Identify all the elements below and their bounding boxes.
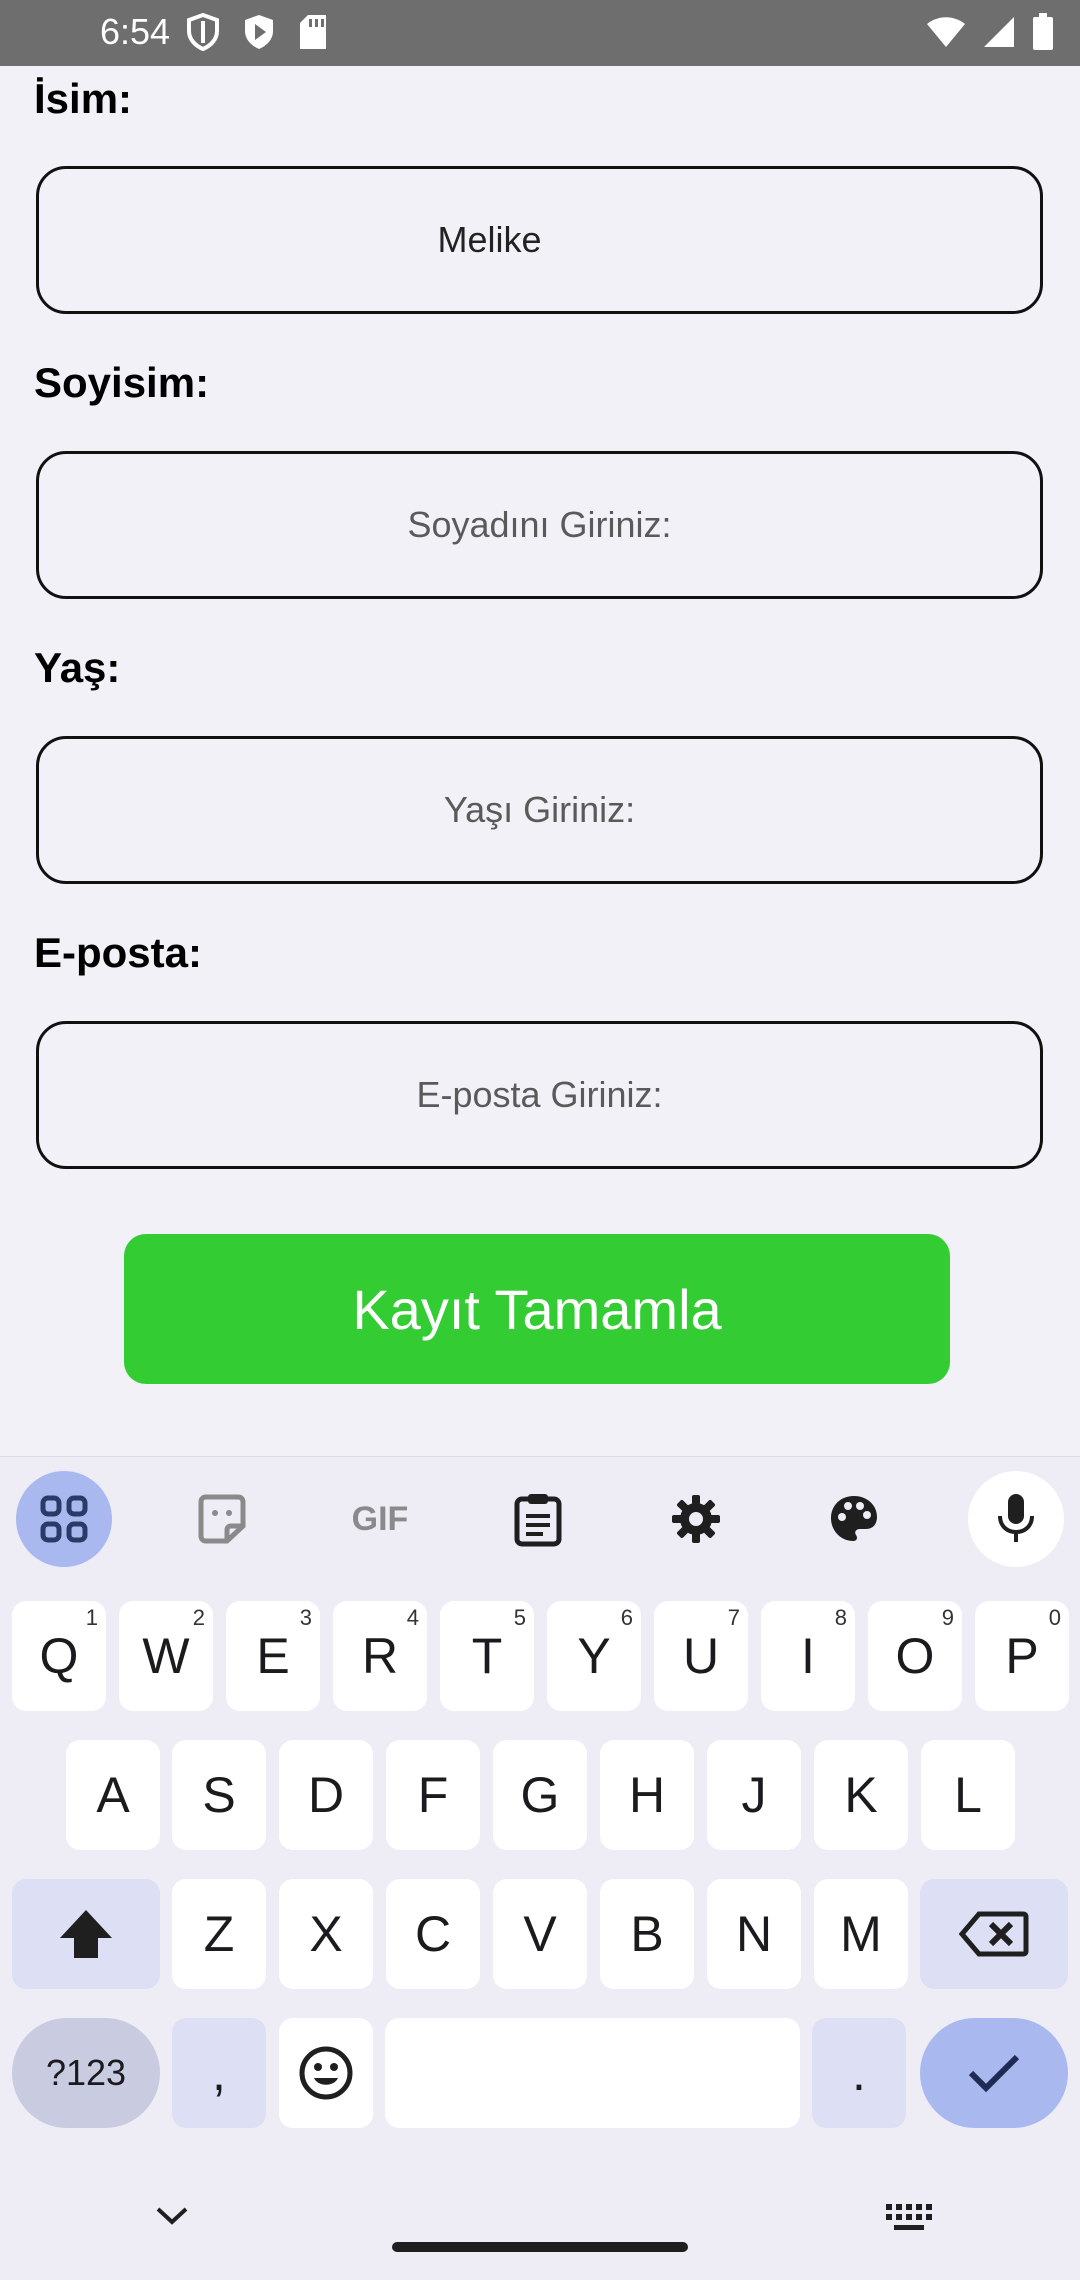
email-input[interactable] xyxy=(39,1024,1040,1166)
key-label: W xyxy=(142,1628,190,1684)
key-label: E xyxy=(256,1628,290,1684)
surname-field[interactable] xyxy=(36,451,1043,599)
microphone-icon[interactable] xyxy=(968,1471,1064,1567)
emoji-smiley-icon xyxy=(299,2046,353,2100)
sticker-icon[interactable] xyxy=(174,1471,270,1567)
key-b[interactable]: B xyxy=(600,1879,694,1989)
key-n[interactable]: N xyxy=(707,1879,801,1989)
checkmark-icon xyxy=(968,2054,1020,2093)
key-hint: 9 xyxy=(941,1605,954,1630)
emoji-key[interactable] xyxy=(279,2018,373,2128)
gif-icon[interactable]: GIF xyxy=(332,1471,428,1567)
key-q[interactable]: Q1 xyxy=(12,1601,106,1711)
key-label: T xyxy=(471,1628,503,1684)
shift-key[interactable] xyxy=(12,1879,160,1989)
key-r[interactable]: R4 xyxy=(333,1601,427,1711)
key-s[interactable]: S xyxy=(172,1740,266,1850)
key-g[interactable]: G xyxy=(493,1740,587,1850)
key-hint: 1 xyxy=(85,1605,98,1630)
key-c[interactable]: C xyxy=(386,1879,480,1989)
key-k[interactable]: K xyxy=(814,1740,908,1850)
key-x[interactable]: X xyxy=(279,1879,373,1989)
name-input[interactable] xyxy=(39,169,1040,311)
key-p[interactable]: P0 xyxy=(975,1601,1069,1711)
shield-icon xyxy=(186,13,220,51)
key-hint: 6 xyxy=(620,1605,633,1630)
signal-icon xyxy=(982,15,1016,49)
email-label: E-posta: xyxy=(34,929,202,976)
home-gesture-handle[interactable] xyxy=(392,2242,688,2252)
key-d[interactable]: D xyxy=(279,1740,373,1850)
comma-key[interactable]: , xyxy=(172,2018,266,2128)
key-hint: 2 xyxy=(192,1605,205,1630)
backspace-icon xyxy=(959,1911,1029,1957)
age-label: Yaş: xyxy=(34,644,121,691)
done-checkmark-key[interactable] xyxy=(920,2018,1068,2128)
complete-registration-button[interactable]: Kayıt Tamamla xyxy=(124,1234,950,1384)
clipboard-icon[interactable] xyxy=(490,1471,586,1567)
age-input[interactable] xyxy=(39,739,1040,881)
apps-grid-icon[interactable] xyxy=(16,1471,112,1567)
age-field[interactable] xyxy=(36,736,1043,884)
surname-input[interactable] xyxy=(39,454,1040,596)
key-hint: 7 xyxy=(727,1605,740,1630)
wifi-icon xyxy=(926,15,966,49)
key-hint: 4 xyxy=(406,1605,419,1630)
key-label: Y xyxy=(577,1628,611,1684)
name-label: İsim: xyxy=(34,75,133,122)
key-label: P xyxy=(1005,1628,1039,1684)
space-key[interactable] xyxy=(385,2018,800,2128)
key-label: R xyxy=(361,1628,399,1684)
key-w[interactable]: W2 xyxy=(119,1601,213,1711)
key-o[interactable]: O9 xyxy=(868,1601,962,1711)
key-label: U xyxy=(682,1628,720,1684)
status-time: 6:54 xyxy=(100,11,171,52)
backspace-key[interactable] xyxy=(920,1879,1068,1989)
keyboard-toolbar: GIF xyxy=(0,1457,1080,1577)
key-e[interactable]: E3 xyxy=(226,1601,320,1711)
key-h[interactable]: H xyxy=(600,1740,694,1850)
key-label: Q xyxy=(39,1628,79,1684)
key-hint: 0 xyxy=(1048,1605,1061,1630)
key-hint: 8 xyxy=(834,1605,847,1630)
symbols-key[interactable]: ?123 xyxy=(12,2018,160,2128)
key-y[interactable]: Y6 xyxy=(547,1601,641,1711)
on-screen-keyboard: GIF Q1 W2 E3 R4 T5 Y6 U7 I8 O9 P0 A S D … xyxy=(0,1456,1080,2280)
play-store-icon xyxy=(242,13,276,51)
key-z[interactable]: Z xyxy=(172,1879,266,1989)
surname-label: Soyisim: xyxy=(34,359,210,406)
period-key[interactable]: . xyxy=(812,2018,906,2128)
hide-keyboard-chevron-icon[interactable] xyxy=(154,2204,190,2233)
key-j[interactable]: J xyxy=(707,1740,801,1850)
palette-icon[interactable] xyxy=(806,1471,902,1567)
key-a[interactable]: A xyxy=(66,1740,160,1850)
key-m[interactable]: M xyxy=(814,1879,908,1989)
email-field[interactable] xyxy=(36,1021,1043,1169)
key-l[interactable]: L xyxy=(921,1740,1015,1850)
key-hint: 5 xyxy=(513,1605,526,1630)
key-i[interactable]: I8 xyxy=(761,1601,855,1711)
key-label: O xyxy=(895,1628,935,1684)
key-u[interactable]: U7 xyxy=(654,1601,748,1711)
key-f[interactable]: F xyxy=(386,1740,480,1850)
key-hint: 3 xyxy=(299,1605,312,1630)
sd-card-icon xyxy=(298,13,328,51)
settings-gear-icon[interactable] xyxy=(648,1471,744,1567)
key-t[interactable]: T5 xyxy=(440,1601,534,1711)
name-field[interactable] xyxy=(36,166,1043,314)
key-v[interactable]: V xyxy=(493,1879,587,1989)
key-label: I xyxy=(801,1628,815,1684)
navigation-bar xyxy=(0,2166,1080,2280)
status-bar: 6:54 xyxy=(0,0,1080,66)
keyboard-switch-icon[interactable] xyxy=(884,2202,932,2239)
battery-icon xyxy=(1032,13,1054,51)
shift-arrow-icon xyxy=(60,1910,112,1958)
